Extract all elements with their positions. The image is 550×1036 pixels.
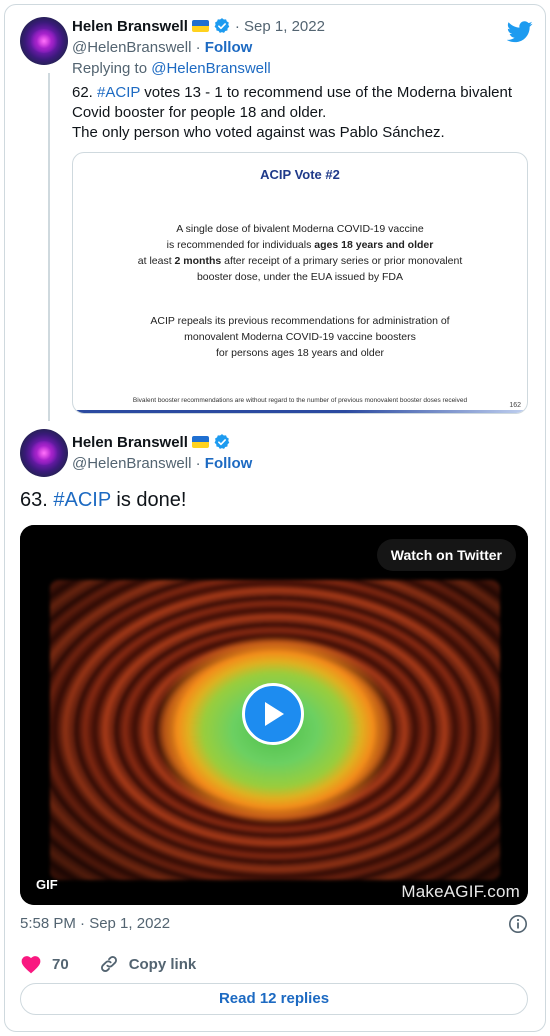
slide-line: A single dose of bivalent Moderna COVID-… [176,223,424,235]
author-avatar[interactable] [20,17,68,65]
play-icon [265,702,284,726]
tweet2-author-row: Helen Branswell [72,433,231,451]
replying-to: Replying to @HelenBranswell [72,60,271,77]
read-replies-button[interactable]: Read 12 replies [20,983,528,1015]
twitter-bird-icon[interactable] [507,21,533,43]
tweet1-text: 62. #ACIP votes 13 - 1 to recommend use … [72,83,532,143]
tweet-date[interactable]: · Sep 1, 2022 [235,18,325,35]
play-button[interactable] [242,683,304,745]
replying-to-label: Replying to [72,60,152,77]
follow-button[interactable]: Follow [205,455,253,472]
tweet-text: is done! [110,489,187,511]
replying-to-handle[interactable]: @HelenBranswell [151,60,270,77]
tweet-text-line: The only person who voted against was Pa… [72,124,445,141]
slide-line: for persons ages 18 years and older [215,347,385,359]
slide-text: is recommended for individuals [166,239,315,251]
hashtag-link[interactable]: #ACIP [53,489,110,511]
tweet-actions: 70 Copy link [20,954,196,974]
watch-on-twitter-button[interactable]: Watch on Twitter [376,539,516,571]
info-icon[interactable] [508,914,528,934]
slide-bold-text: ages 18 years and older [314,239,434,251]
like-button[interactable]: 70 [20,954,69,974]
verified-badge-icon [214,18,230,33]
tweet1-author-row: Helen Branswell · Sep 1, 2022 [72,17,325,35]
author-avatar[interactable] [20,429,68,477]
author-name[interactable]: Helen Branswell [72,18,188,35]
tweet-number: 63. [20,489,54,511]
slide-paragraph-2: ACIP repeals its previous recommendation… [73,313,527,361]
tweet-embed-card: Helen Branswell · Sep 1, 2022 @HelenBran… [4,4,546,1032]
slide-line: booster dose, under the EUA issued by FD… [196,271,404,283]
tweet-image-slide[interactable]: ACIP Vote #2 A single dose of bivalent M… [72,152,528,414]
slide-bottom-bar [73,410,527,413]
gif-badge: GIF [36,877,58,892]
copy-link-label: Copy link [128,955,197,973]
tweet2-handle-row: @HelenBranswell · Follow [72,455,252,472]
hashtag-link[interactable]: #ACIP [97,84,140,101]
like-count: 70 [52,955,69,973]
tweet-text-line: votes 13 - 1 to recommend use of the Mod… [140,84,512,101]
tweet-timestamp[interactable]: 5:58 PM · Sep 1, 2022 [20,915,170,932]
tweet2-text: 63. #ACIP is done! [20,489,186,512]
slide-line: monovalent Moderna COVID-19 vaccine boos… [184,331,416,343]
ukraine-flag-icon [191,436,209,448]
author-name[interactable]: Helen Branswell [72,434,188,451]
thread-connector-line [48,73,50,421]
author-handle[interactable]: @HelenBranswell [72,39,191,56]
author-handle[interactable]: @HelenBranswell [72,455,191,472]
slide-paragraph-1: A single dose of bivalent Moderna COVID-… [73,221,527,285]
slide-page-number: 162 [509,402,521,409]
ukraine-flag-icon [191,20,209,32]
slide-title: ACIP Vote #2 [260,167,340,182]
slide-text: at least [137,255,175,267]
makeagif-watermark: MakeAGIF.com [401,882,520,901]
slide-line: at least 2 months after receipt of a pri… [73,253,527,269]
heart-icon [21,956,41,974]
gif-media[interactable]: Watch on Twitter GIF MakeAGIF.com [20,525,528,905]
slide-line: is recommended for individuals ages 18 y… [73,237,527,253]
separator-dot: · [195,39,201,56]
tweet1-handle-row: @HelenBranswell · Follow [72,39,252,56]
link-icon [100,956,117,972]
slide-footnote: Bivalent booster recommendations are wit… [132,397,468,404]
slide-text: after receipt of a primary series or pri… [221,255,463,267]
separator-dot: · [195,455,201,472]
verified-badge-icon [214,434,230,449]
follow-button[interactable]: Follow [205,39,253,56]
tweet-text-line: Covid booster for people 18 and older. [72,104,327,121]
slide-bold-text: 2 months [174,255,222,267]
tweet-number: 62. [72,84,98,101]
slide-line: ACIP repeals its previous recommendation… [150,315,450,327]
copy-link-button[interactable]: Copy link [99,954,197,974]
